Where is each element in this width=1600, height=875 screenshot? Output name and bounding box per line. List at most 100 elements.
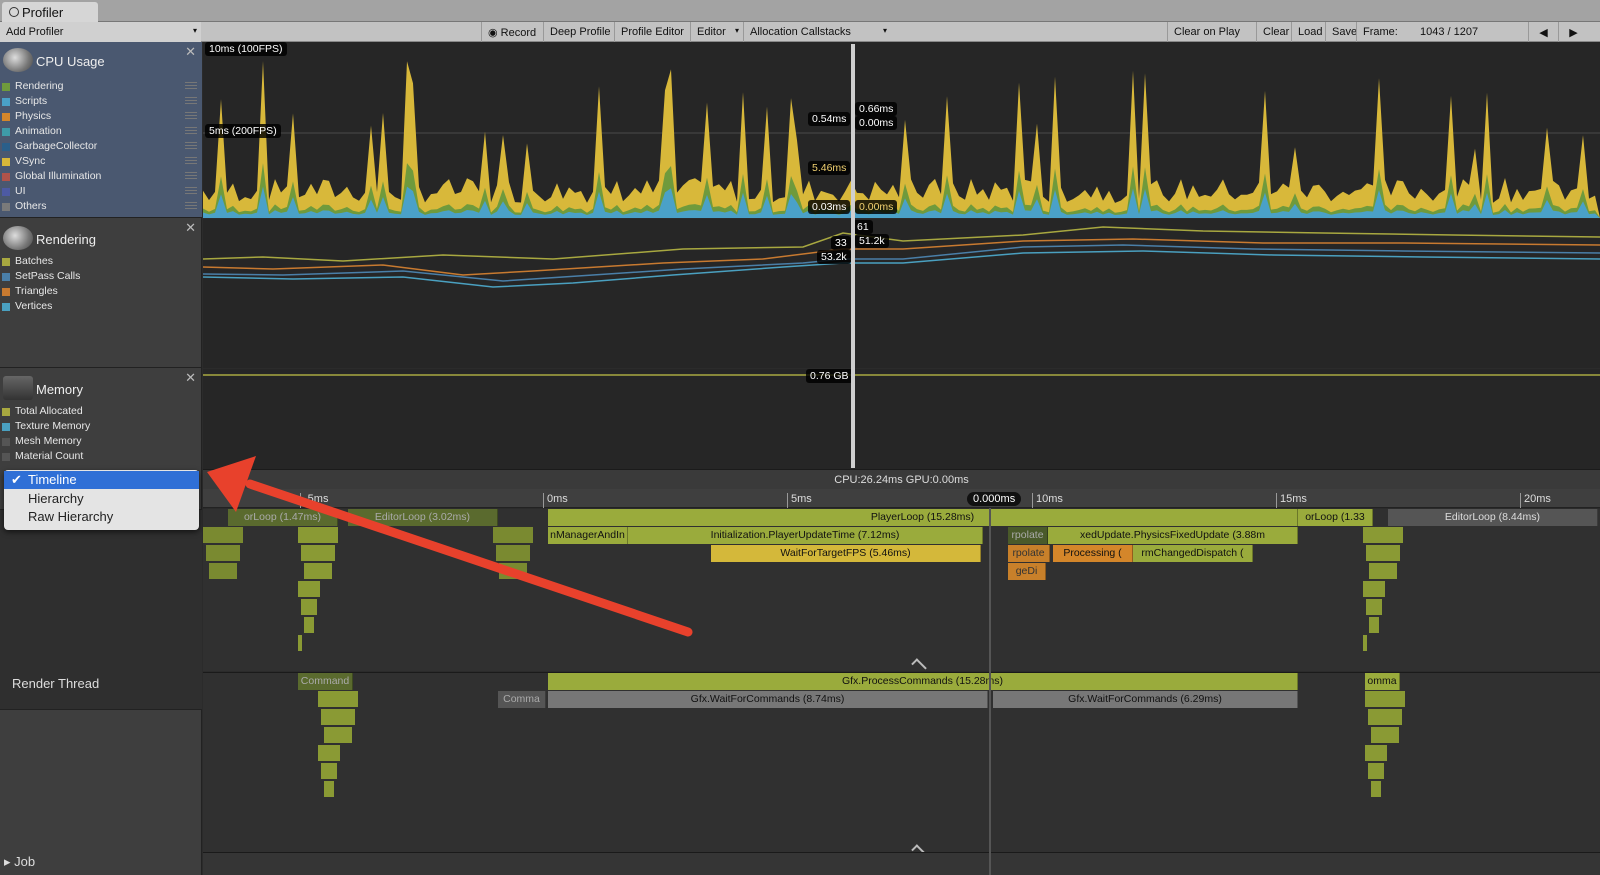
series-color-swatch[interactable] [2, 453, 10, 461]
render-thread-timeline[interactable]: Gfx.ProcessCommands (15.28ms) Gfx.WaitFo… [203, 672, 1600, 852]
drag-handle-icon[interactable] [185, 85, 197, 86]
timeline-sample-block[interactable] [1369, 617, 1379, 633]
timeline-sample-block[interactable] [206, 545, 240, 561]
main-thread-timeline[interactable]: orLoop (1.47ms) EditorLoop (3.02ms) Play… [203, 509, 1600, 671]
timeline-sample-block[interactable] [318, 745, 340, 761]
rendering-graph[interactable]: 61 33 51.2k 53.2k [203, 219, 1600, 368]
series-color-swatch[interactable] [2, 98, 10, 106]
timeline-sample-block[interactable] [324, 781, 334, 797]
legend-item[interactable]: Vertices [2, 299, 52, 313]
clear-button[interactable]: Clear [1256, 22, 1295, 42]
timeline-sample-block[interactable] [1363, 635, 1367, 651]
deep-profile-button[interactable]: Deep Profile [543, 22, 617, 42]
series-color-swatch[interactable] [2, 408, 10, 416]
legend-item[interactable]: Triangles [2, 284, 58, 298]
timeline-sample-block[interactable] [1365, 691, 1405, 707]
timeline-sample-block[interactable] [496, 545, 530, 561]
timeline-sample-block[interactable] [1363, 527, 1403, 543]
legend-item[interactable]: VSync [2, 154, 197, 168]
timeline-sample-block[interactable] [1366, 545, 1400, 561]
add-profiler-dropdown[interactable]: Add Profiler ▾ [0, 22, 201, 42]
timeline-sample-block[interactable] [1366, 599, 1382, 615]
timeline-sample-block[interactable] [321, 709, 355, 725]
load-button[interactable]: Load [1291, 22, 1328, 42]
timeline-sample-block[interactable] [298, 581, 320, 597]
series-color-swatch[interactable] [2, 438, 10, 446]
job-thread-toggle[interactable]: ▸ Job [4, 854, 35, 870]
series-color-swatch[interactable] [2, 83, 10, 91]
series-color-swatch[interactable] [2, 128, 10, 136]
allocation-callstacks-dropdown[interactable]: Allocation Callstacks ▾ [743, 22, 891, 42]
legend-item[interactable]: UI [2, 184, 197, 198]
menu-item-raw-hierarchy[interactable]: Raw Hierarchy [4, 508, 199, 526]
timeline-sample-block[interactable] [321, 763, 337, 779]
legend-item[interactable]: GarbageCollector [2, 139, 197, 153]
cpu-usage-module[interactable]: CPU Usage ✕ Rendering Scripts Physics Anima… [0, 42, 202, 218]
legend-item[interactable]: Others [2, 199, 197, 213]
menu-item-timeline[interactable]: ✔ Timeline [4, 471, 199, 489]
legend-item[interactable]: Material Count [2, 449, 83, 463]
menu-item-hierarchy[interactable]: Hierarchy [4, 490, 199, 508]
rendering-module[interactable]: Rendering ✕ Batches SetPass Calls Triangle… [0, 218, 202, 368]
close-icon[interactable]: ✕ [185, 44, 196, 60]
view-mode-menu[interactable]: ✔ Timeline Hierarchy Raw Hierarchy [4, 470, 199, 530]
series-color-swatch[interactable] [2, 423, 10, 431]
drag-handle-icon[interactable] [185, 160, 197, 161]
drag-handle-icon[interactable] [185, 100, 197, 101]
series-color-swatch[interactable] [2, 173, 10, 181]
profiler-tab[interactable]: Profiler [2, 2, 98, 22]
legend-item[interactable]: Mesh Memory [2, 434, 82, 448]
timeline-sample-block[interactable] [209, 563, 237, 579]
legend-item[interactable]: SetPass Calls [2, 269, 80, 283]
timeline-sample-block[interactable] [324, 727, 352, 743]
frame-cursor-line[interactable] [851, 44, 855, 468]
timeline-sample-block[interactable] [298, 527, 338, 543]
timeline-sample-block[interactable] [1368, 763, 1384, 779]
previous-frame-button[interactable]: ◀ [1528, 22, 1558, 42]
timeline-sample-block[interactable] [318, 691, 358, 707]
timeline-sample-block[interactable] [301, 599, 317, 615]
drag-handle-icon[interactable] [185, 175, 197, 176]
timeline-sample-block[interactable] [1365, 745, 1387, 761]
timeline-sample-block[interactable] [1363, 581, 1385, 597]
editor-target-dropdown[interactable]: Editor ▾ [690, 22, 743, 42]
legend-item[interactable]: Batches [2, 254, 53, 268]
legend-item[interactable]: Rendering [2, 79, 197, 93]
legend-item[interactable]: Texture Memory [2, 419, 90, 433]
series-color-swatch[interactable] [2, 158, 10, 166]
drag-handle-icon[interactable] [185, 145, 197, 146]
legend-item[interactable]: Global Illumination [2, 169, 197, 183]
series-color-swatch[interactable] [2, 113, 10, 121]
drag-handle-icon[interactable] [185, 130, 197, 131]
profile-editor-button[interactable]: Profile Editor [614, 22, 690, 42]
memory-graph[interactable]: 0.76 GB [203, 369, 1600, 469]
timeline-sample-block[interactable] [1371, 727, 1399, 743]
timeline-ruler[interactable]: -5ms 0ms 5ms 10ms 15ms 20ms 0.000ms [203, 489, 1600, 508]
series-color-swatch[interactable] [2, 203, 10, 211]
series-color-swatch[interactable] [2, 188, 10, 196]
series-color-swatch[interactable] [2, 288, 10, 296]
drag-handle-icon[interactable] [185, 205, 197, 206]
timeline-sample-block[interactable] [1368, 709, 1402, 725]
next-frame-button[interactable]: ▶ [1558, 22, 1588, 42]
series-color-swatch[interactable] [2, 273, 10, 281]
close-icon[interactable]: ✕ [185, 220, 196, 236]
legend-item[interactable]: Total Allocated [2, 404, 83, 418]
close-icon[interactable]: ✕ [185, 370, 196, 386]
legend-item[interactable]: Animation [2, 124, 197, 138]
timeline-sample-block[interactable] [1371, 781, 1381, 797]
drag-handle-icon[interactable] [185, 115, 197, 116]
timeline-sample-block[interactable] [304, 617, 314, 633]
timeline-sample-block[interactable] [301, 545, 335, 561]
drag-handle-icon[interactable] [185, 190, 197, 191]
cpu-usage-graph[interactable]: 10ms (100FPS) 5ms (200FPS) 0.54ms 0.66ms… [203, 42, 1600, 218]
timeline-sample-block[interactable] [1369, 563, 1397, 579]
record-button[interactable]: ◉ Record [481, 22, 542, 42]
job-thread-timeline[interactable] [203, 852, 1600, 875]
series-color-swatch[interactable] [2, 143, 10, 151]
series-color-swatch[interactable] [2, 303, 10, 311]
timeline-sample-block[interactable] [203, 527, 243, 543]
timeline-sample-block[interactable] [499, 563, 527, 579]
legend-item[interactable]: Scripts [2, 94, 197, 108]
timeline-sample-block[interactable] [493, 527, 533, 543]
